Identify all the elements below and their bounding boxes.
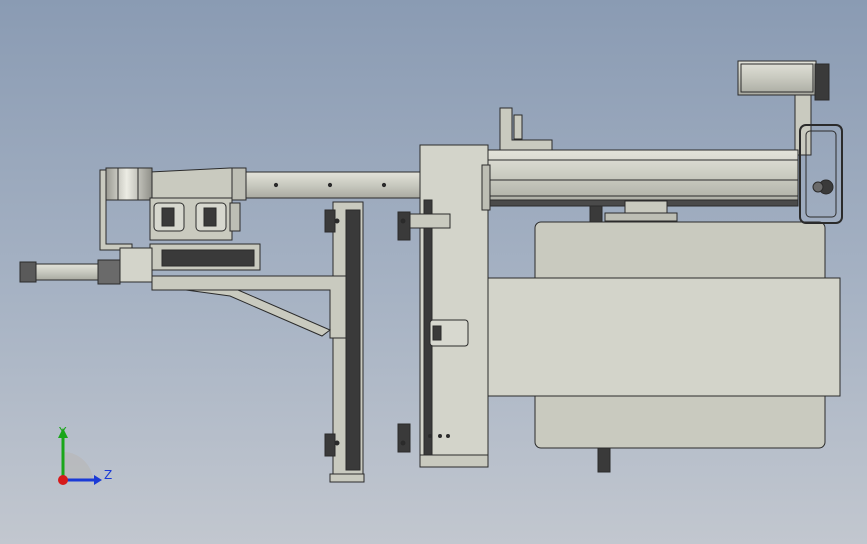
- graphics-viewport[interactable]: Y Z: [0, 0, 867, 544]
- triad-plane: [63, 451, 93, 480]
- central-column: [419, 144, 491, 468]
- x-axis-dot: [58, 475, 68, 485]
- triad-z-label: Z: [104, 468, 113, 482]
- upper-bracket: [499, 107, 553, 153]
- support-bracket: [151, 275, 347, 339]
- left-vertical-column: [324, 201, 365, 483]
- triad-y-label: Y: [59, 425, 67, 439]
- pneumatic-cylinder: [19, 259, 121, 285]
- large-bin-body: [487, 221, 841, 449]
- cad-model-drawing[interactable]: [0, 0, 867, 544]
